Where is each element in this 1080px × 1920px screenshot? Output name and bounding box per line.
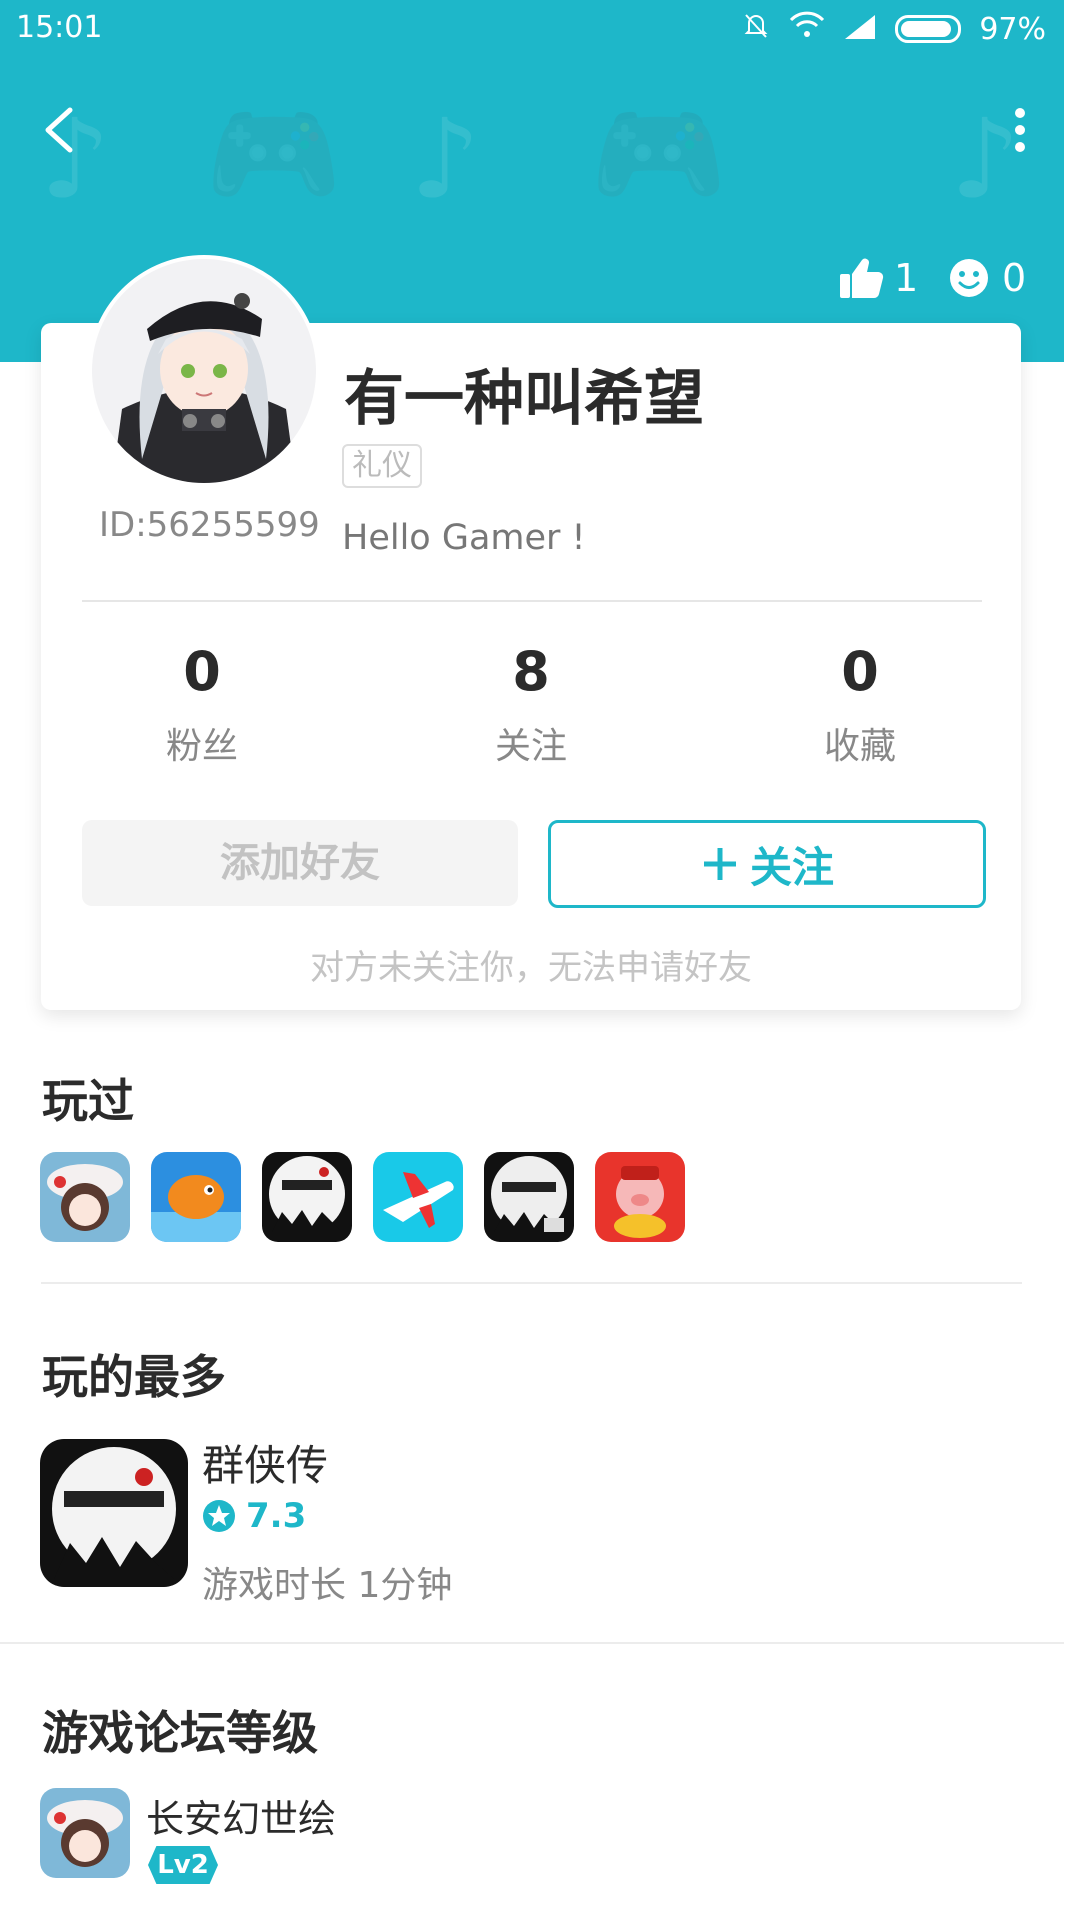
status-bar: 15:01 97% <box>0 0 1064 54</box>
card-divider <box>82 600 982 602</box>
screen-edge <box>1064 0 1080 1920</box>
following-count-label: 关注 <box>494 726 567 767</box>
favorites-count-label: 收藏 <box>823 726 896 767</box>
battery-icon <box>895 15 962 43</box>
smile-count-value: 0 <box>1002 256 1027 300</box>
played-games-list <box>40 1152 685 1242</box>
smile-face-icon <box>950 259 988 297</box>
avatar[interactable] <box>88 255 320 487</box>
following-count-value: 8 <box>512 640 550 703</box>
most-played-game-icon[interactable] <box>40 1439 188 1587</box>
qunxiazhuan-alt-icon[interactable] <box>484 1152 574 1242</box>
wifi-icon <box>789 11 825 47</box>
signal-icon <box>843 12 877 47</box>
forum-game-name[interactable]: 长安幻世绘 <box>146 1788 336 1843</box>
most-played-rating: 7.3 <box>202 1496 306 1536</box>
fish-game-icon[interactable] <box>151 1152 241 1242</box>
friend-request-hint: 对方未关注你，无法申请好友 <box>310 948 752 988</box>
more-vertical-icon <box>1015 108 1025 152</box>
chevron-left-icon <box>45 107 73 153</box>
follow-button[interactable]: 关注 <box>548 820 986 908</box>
battery-percent: 97% <box>979 11 1046 47</box>
mute-bell-icon <box>741 10 771 48</box>
more-menu-button[interactable] <box>1010 105 1030 155</box>
user-tag-badge[interactable]: 礼仪 <box>342 444 422 488</box>
forum-game-icon[interactable] <box>40 1788 130 1878</box>
followers-count-value: 0 <box>183 640 221 703</box>
qunxiazhuan-icon[interactable] <box>262 1152 352 1242</box>
played-section-title: 玩过 <box>42 1074 134 1128</box>
chibi-girl-game-icon[interactable] <box>40 1152 130 1242</box>
favorites-count-value: 0 <box>841 640 879 703</box>
gamepad-decor-icon: 🎮 <box>205 90 342 218</box>
most-played-rating-value: 7.3 <box>246 1496 307 1536</box>
music-note-decor-icon: ♪ <box>410 95 481 223</box>
most-played-time: 游戏时长 1分钟 <box>202 1565 453 1606</box>
follow-button-label: 关注 <box>749 842 834 892</box>
profile-counts: 0 粉丝 8 关注 0 收藏 <box>41 640 1021 770</box>
anime-girl-avatar-icon <box>92 259 316 483</box>
smile-count[interactable]: 0 <box>948 256 1026 300</box>
gamepad-decor-icon: 🎮 <box>590 90 727 218</box>
star-badge-icon <box>203 1500 235 1532</box>
status-time: 15:01 <box>16 10 103 45</box>
followers-count-label: 粉丝 <box>165 726 238 767</box>
thumbs-up-icon <box>840 258 884 299</box>
user-bio: Hello Gamer ! <box>342 518 586 558</box>
airplane-game-icon[interactable] <box>373 1152 463 1242</box>
favorites-count[interactable]: 0 收藏 <box>760 640 960 769</box>
section-divider <box>41 1282 1022 1284</box>
section-divider <box>0 1642 1064 1644</box>
like-count[interactable]: 1 <box>838 256 918 300</box>
like-count-value: 1 <box>894 256 919 300</box>
user-id: ID:56255599 <box>99 505 320 545</box>
following-count[interactable]: 8 关注 <box>431 640 631 769</box>
forum-level-section-title: 游戏论坛等级 <box>42 1706 318 1760</box>
most-played-section-title: 玩的最多 <box>42 1350 226 1404</box>
add-friend-button[interactable]: 添加好友 <box>82 820 518 906</box>
lucky-pig-icon[interactable] <box>595 1152 685 1242</box>
followers-count[interactable]: 0 粉丝 <box>102 640 302 769</box>
plus-icon <box>703 848 736 880</box>
username: 有一种叫希望 <box>344 364 704 434</box>
forum-level-badge: Lv2 <box>148 1846 218 1884</box>
back-button[interactable] <box>40 105 80 155</box>
most-played-game-name[interactable]: 群侠传 <box>202 1432 328 1493</box>
